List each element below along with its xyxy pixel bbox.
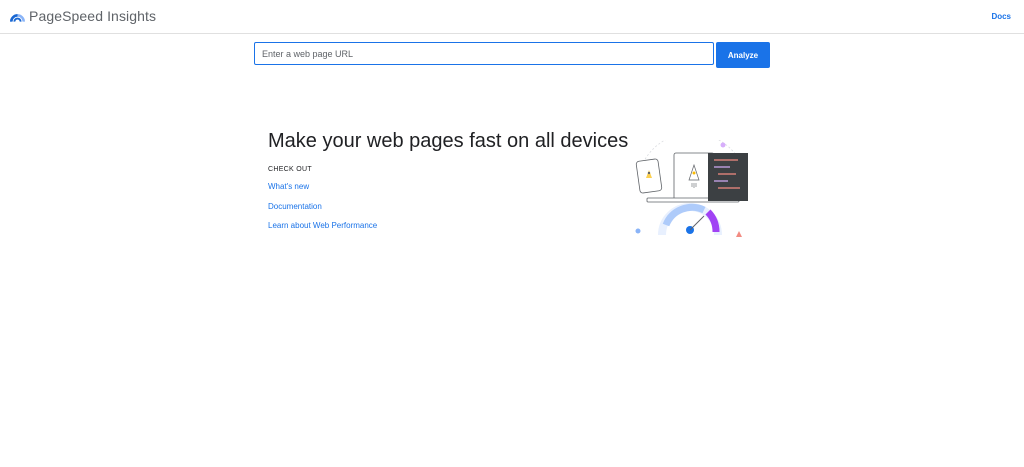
documentation-link[interactable]: Documentation (268, 202, 322, 211)
top-bar: PageSpeed Insights Docs (0, 0, 1024, 34)
speed-gauge-icon (658, 203, 722, 236)
logo[interactable]: PageSpeed Insights (10, 8, 156, 24)
docs-link[interactable]: Docs (991, 12, 1011, 21)
whats-new-link[interactable]: What's new (268, 182, 309, 191)
devices-speed-illustration (635, 140, 748, 237)
pagespeed-logo-icon (10, 14, 25, 22)
check-out-label: CHECK OUT (268, 166, 312, 173)
url-input[interactable] (254, 42, 714, 65)
app-title: PageSpeed Insights (29, 8, 157, 24)
phone-icon (635, 158, 663, 194)
search-row: Analyze (254, 42, 770, 68)
web-performance-link[interactable]: Learn about Web Performance (268, 221, 377, 230)
analyze-button[interactable]: Analyze (716, 42, 770, 68)
code-editor-icon (708, 153, 748, 201)
page-headline: Make your web pages fast on all devices (268, 130, 629, 152)
